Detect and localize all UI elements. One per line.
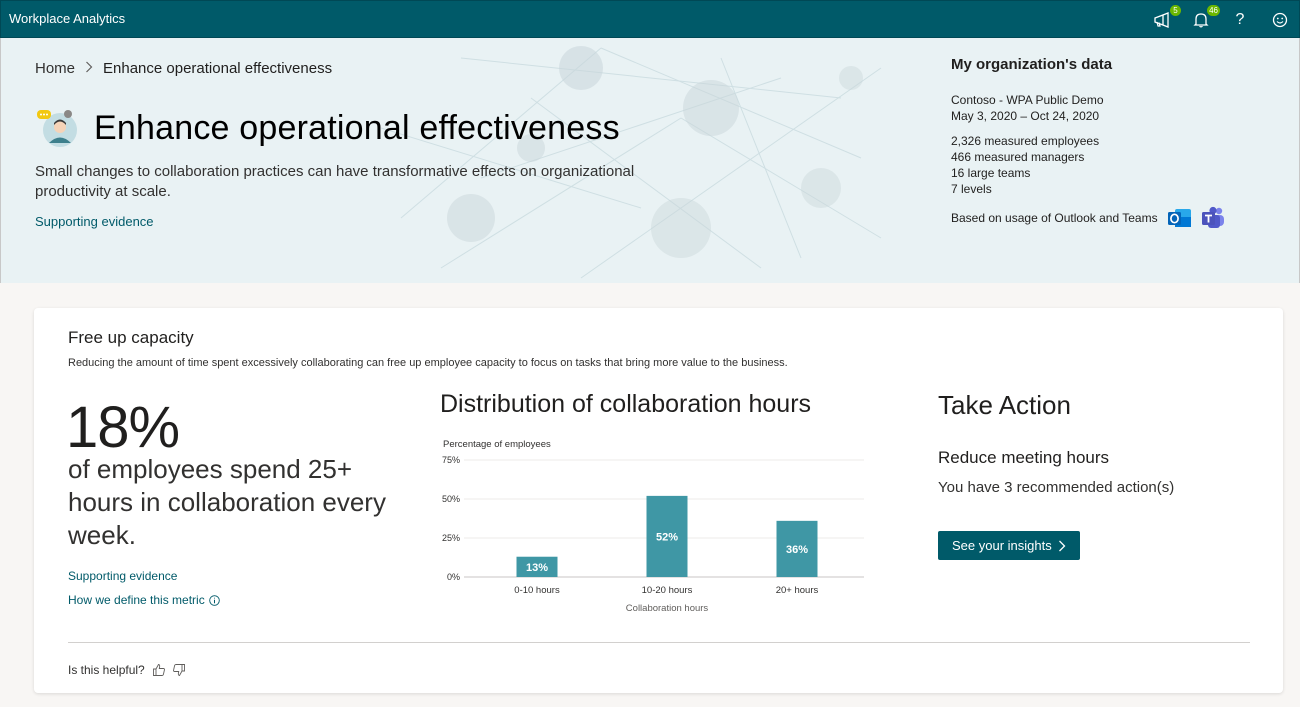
take-action-title: Take Action (938, 390, 1071, 420)
org-name: Contoso - WPA Public Demo (951, 93, 1104, 107)
breadcrumb-home-link[interactable]: Home (35, 60, 75, 77)
org-heading: My organization's data (951, 56, 1113, 73)
supporting-evidence-link[interactable]: Supporting evidence (35, 214, 154, 229)
top-bar: Workplace Analytics 5 46 ? (0, 0, 1300, 38)
collaboration-person-icon (37, 110, 77, 147)
outlook-logo-icon (1167, 209, 1191, 227)
collaboration-hours-bar-chart: Percentage of employees 75% 50% 25% 0% 13% 0-1… (442, 439, 864, 614)
hero-banner: Home Enhance operational effectiveness E… (0, 38, 1300, 283)
org-employees: 2,326 measured employees (951, 134, 1100, 148)
breadcrumb-current: Enhance operational effectiveness (103, 60, 333, 77)
define-metric-label: How we define this metric (68, 593, 205, 607)
org-managers: 466 measured managers (951, 150, 1085, 164)
y-tick-label: 75% (442, 455, 460, 465)
x-tick-label: 20+ hours (776, 585, 819, 596)
org-date-range: May 3, 2020 – Oct 24, 2020 (951, 109, 1100, 123)
app-title[interactable]: Workplace Analytics (9, 11, 125, 26)
define-metric-link[interactable]: How we define this metric (68, 593, 220, 607)
stat-description: of employees spend 25+ hours in collabor… (68, 454, 386, 550)
megaphone-icon[interactable]: 5 (1151, 5, 1181, 31)
usage-note: Based on usage of Outlook and Teams (951, 206, 1226, 230)
chart-title: Distribution of collaboration hours (440, 390, 812, 418)
free-up-capacity-card: Free up capacity Reducing the amount of … (34, 308, 1283, 693)
network-graph-background (381, 46, 882, 279)
announcements-badge: 5 (1170, 5, 1181, 16)
x-tick-label: 10-20 hours (642, 585, 693, 596)
info-icon (208, 594, 220, 606)
feedback-row: Is this helpful? (68, 663, 186, 677)
x-axis-label: Collaboration hours (626, 603, 709, 614)
y-axis-label: Percentage of employees (443, 439, 551, 450)
chevron-right-icon (1058, 540, 1066, 551)
notifications-badge: 46 (1207, 5, 1220, 16)
see-insights-button[interactable]: See your insights (938, 531, 1080, 560)
see-insights-label: See your insights (952, 538, 1052, 553)
bar-value-label: 52% (656, 531, 678, 543)
org-teams: 16 large teams (951, 166, 1031, 180)
helpful-label: Is this helpful? (68, 663, 145, 677)
page-title: Enhance operational effectiveness (94, 109, 620, 147)
thumbs-down-icon[interactable] (172, 663, 186, 677)
breadcrumb: Home Enhance operational effectiveness (35, 60, 332, 77)
action-subtitle: Reduce meeting hours (938, 448, 1110, 467)
y-tick-label: 25% (442, 533, 460, 543)
thumbs-up-icon[interactable] (152, 663, 166, 677)
y-tick-label: 0% (447, 572, 460, 582)
teams-logo-icon (1201, 206, 1224, 228)
org-levels: 7 levels (951, 182, 992, 196)
page-description: Small changes to collaboration practices… (35, 163, 635, 200)
help-icon[interactable]: ? (1229, 9, 1251, 31)
organization-data-panel: My organization's data Contoso - WPA Pub… (951, 56, 1281, 228)
usage-text: Based on usage of Outlook and Teams (951, 211, 1158, 225)
card-divider (68, 642, 1250, 643)
card-title: Free up capacity (68, 328, 194, 347)
bar-value-label: 36% (786, 544, 808, 556)
bell-icon[interactable]: 46 (1190, 5, 1220, 31)
bar-value-label: 13% (526, 562, 548, 574)
smiley-icon[interactable] (1269, 9, 1291, 31)
stat-supporting-evidence-link[interactable]: Supporting evidence (68, 569, 177, 583)
card-subtitle: Reducing the amount of time spent excess… (68, 357, 788, 369)
y-tick-label: 50% (442, 494, 460, 504)
chevron-right-icon (85, 61, 93, 76)
stat-value: 18% (66, 395, 180, 460)
action-count-text: You have 3 recommended action(s) (938, 479, 1175, 496)
x-tick-label: 0-10 hours (514, 585, 560, 596)
